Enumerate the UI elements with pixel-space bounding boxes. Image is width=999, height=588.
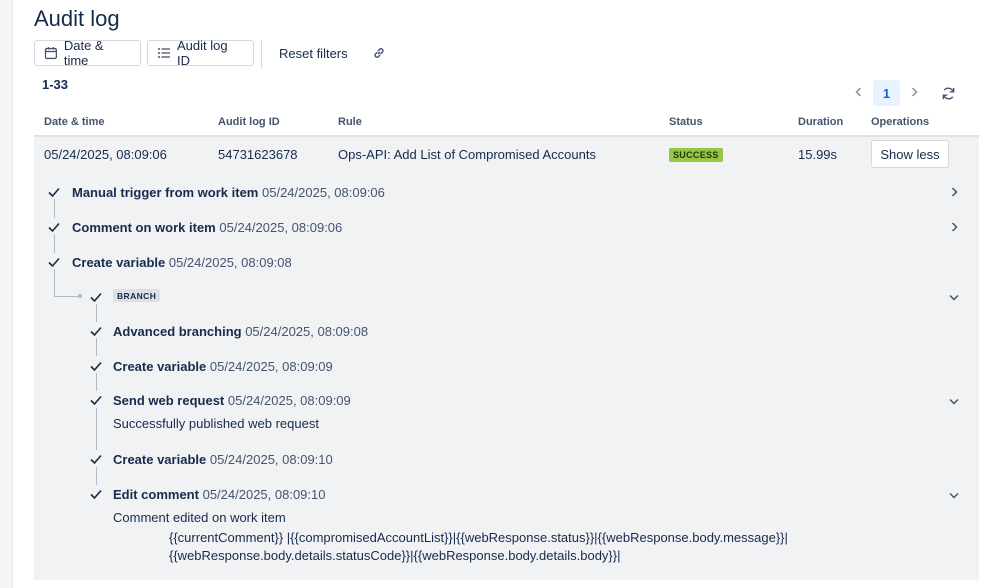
- step-title: Manual trigger from work item: [72, 185, 259, 200]
- step-time: 05/24/2025, 08:09:09: [209, 359, 333, 374]
- step-advanced-branching[interactable]: Advanced branching 05/24/2025, 08:09:08: [113, 324, 368, 339]
- next-page-icon[interactable]: [908, 86, 920, 98]
- step-send-web-request[interactable]: Send web request 05/24/2025, 08:09:09: [113, 393, 351, 408]
- comment-template-line: {{currentComment}} |{{compromisedAccount…: [169, 530, 788, 545]
- chevron-down-icon[interactable]: [948, 489, 960, 501]
- previous-page-icon[interactable]: [853, 86, 865, 98]
- tree-connector: [96, 467, 97, 485]
- step-detail: Successfully published web request: [113, 416, 319, 431]
- audit-log-id-filter-button[interactable]: Audit log ID: [147, 38, 254, 68]
- step-comment-on-work-item[interactable]: Comment on work item 05/24/2025, 08:09:0…: [72, 220, 342, 235]
- column-header-operations: Operations: [871, 116, 930, 128]
- chevron-down-icon[interactable]: [948, 291, 960, 303]
- step-create-variable[interactable]: Create variable 05/24/2025, 08:09:10: [113, 452, 333, 467]
- check-icon: [90, 292, 102, 303]
- results-count: 1-33: [42, 77, 69, 92]
- step-detail: Comment edited on work item: [113, 510, 286, 525]
- link-icon: [374, 48, 384, 58]
- step-title: Create variable: [113, 359, 207, 374]
- tree-connector: [54, 199, 55, 218]
- status-badge: SUCCESS: [669, 148, 723, 162]
- step-time: 05/24/2025, 08:09:06: [219, 220, 343, 235]
- column-header-rule[interactable]: Rule: [338, 116, 362, 128]
- tree-connector: [96, 373, 97, 391]
- list-icon: [157, 48, 170, 58]
- column-header-duration[interactable]: Duration: [798, 116, 843, 128]
- check-icon: [48, 257, 60, 268]
- date-time-filter-button[interactable]: Date & time: [34, 38, 141, 68]
- step-title: Comment on work item: [72, 220, 216, 235]
- branch-badge: BRANCH: [113, 289, 161, 302]
- tree-connector: [96, 304, 97, 322]
- step-title: Edit comment: [113, 487, 199, 502]
- tree-connector-dot: [78, 294, 82, 298]
- tree-connector: [54, 234, 55, 253]
- step-time: 05/24/2025, 08:09:08: [245, 324, 369, 339]
- check-icon: [90, 489, 102, 500]
- calendar-icon: [44, 47, 58, 60]
- audit-log-panel: Audit log Date & time Audit log ID Reset…: [12, 0, 999, 588]
- tree-connector: [54, 296, 80, 297]
- chevron-right-icon[interactable]: [948, 186, 960, 198]
- check-icon: [90, 361, 102, 372]
- row-audit-log-id: 54731623678: [218, 147, 298, 162]
- page-title: Audit log: [34, 6, 120, 31]
- refresh-icon[interactable]: [941, 86, 956, 101]
- step-time: 05/24/2025, 08:09:08: [168, 255, 292, 270]
- step-time: 05/24/2025, 08:09:06: [262, 185, 385, 200]
- filter-divider: [261, 40, 262, 68]
- row-rule: Ops-API: Add List of Compromised Account…: [338, 147, 596, 162]
- check-icon: [90, 395, 102, 406]
- step-edit-comment[interactable]: Edit comment 05/24/2025, 08:09:10: [113, 487, 325, 502]
- row-datetime: 05/24/2025, 08:09:06: [44, 147, 167, 162]
- step-create-variable[interactable]: Create variable 05/24/2025, 08:09:08: [72, 255, 292, 270]
- tree-connector: [96, 408, 97, 450]
- page-button-current[interactable]: 1: [873, 80, 900, 106]
- copy-link-button[interactable]: [372, 40, 386, 66]
- tree-connector: [54, 269, 55, 296]
- column-header-status[interactable]: Status: [669, 116, 703, 128]
- row-duration: 15.99s: [798, 147, 838, 162]
- step-time: 05/24/2025, 08:09:10: [202, 487, 326, 502]
- step-create-variable[interactable]: Create variable 05/24/2025, 08:09:09: [113, 359, 333, 374]
- show-less-button[interactable]: Show less: [871, 140, 949, 168]
- reset-filters-button[interactable]: Reset filters: [279, 40, 348, 66]
- column-header-audit-log-id[interactable]: Audit log ID: [218, 116, 280, 128]
- step-title: Advanced branching: [113, 324, 242, 339]
- audit-log-id-filter-label: Audit log ID: [176, 38, 228, 68]
- step-title: Create variable: [113, 452, 207, 467]
- chevron-down-icon[interactable]: [948, 395, 960, 407]
- step-title: Send web request: [113, 393, 225, 408]
- check-icon: [48, 187, 60, 198]
- step-time: 05/24/2025, 08:09:10: [209, 452, 333, 467]
- tree-connector: [96, 338, 97, 356]
- step-title: Create variable: [72, 255, 166, 270]
- check-icon: [90, 454, 102, 465]
- step-time: 05/24/2025, 08:09:09: [227, 393, 351, 408]
- chevron-right-icon[interactable]: [948, 221, 960, 233]
- check-icon: [90, 326, 102, 337]
- step-manual-trigger[interactable]: Manual trigger from work item 05/24/2025…: [72, 185, 385, 200]
- comment-template-line: {{webResponse.body.details.statusCode}}|…: [169, 548, 621, 563]
- column-header-date-time[interactable]: Date & time: [44, 116, 105, 128]
- check-icon: [48, 222, 60, 233]
- date-time-filter-label: Date & time: [63, 38, 104, 68]
